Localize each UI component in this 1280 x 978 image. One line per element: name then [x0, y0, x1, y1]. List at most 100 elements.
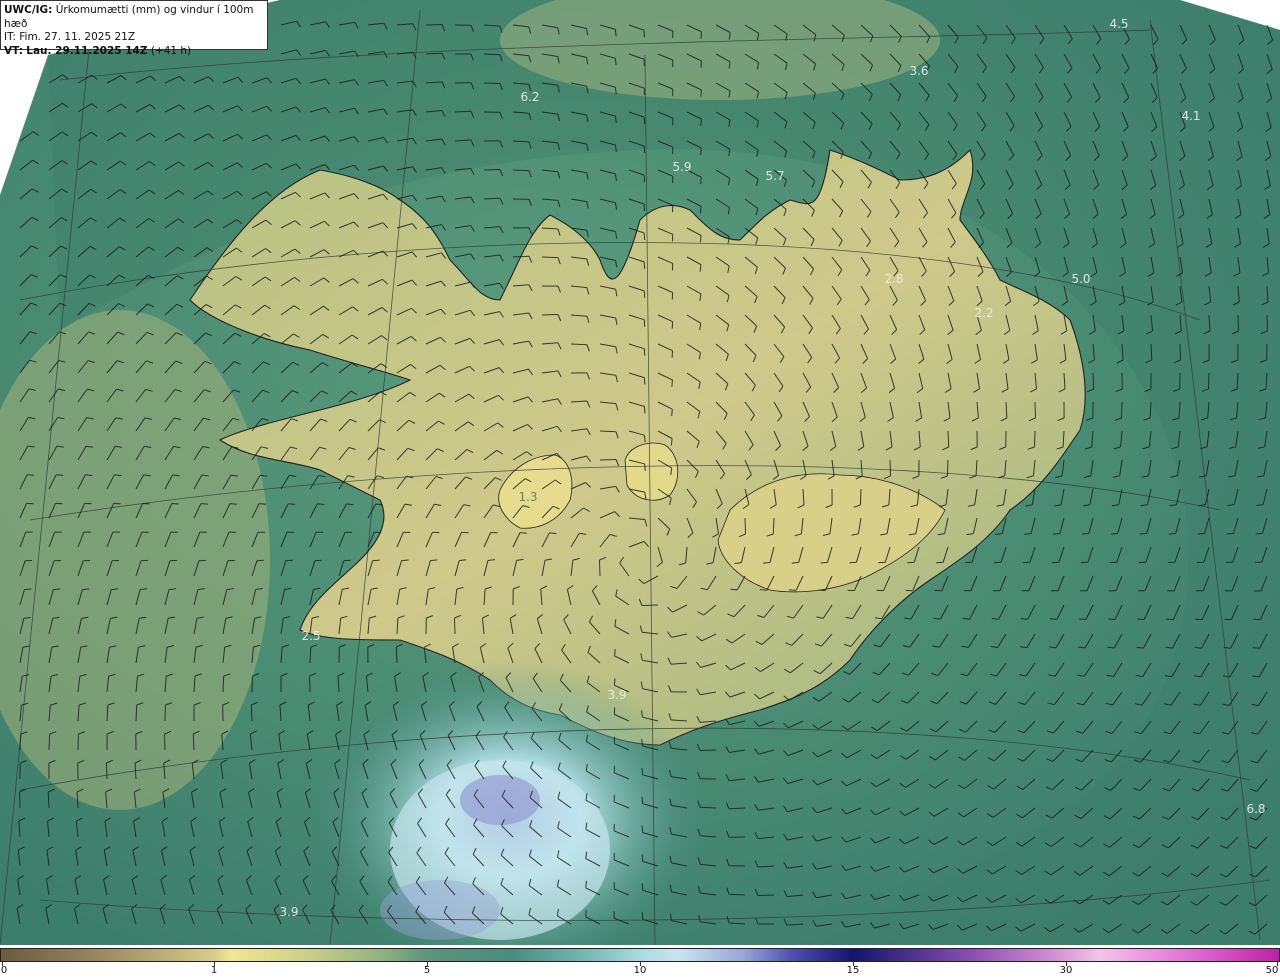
wind-barb-feather: [878, 561, 886, 564]
wind-barb-feather: [27, 474, 35, 476]
map-value-label: 2.5: [301, 629, 321, 643]
wind-barb-feather: [1255, 532, 1263, 535]
wind-barb-feather: [641, 825, 644, 833]
wind-barb-feather: [1223, 647, 1231, 649]
wind-barb-feather: [372, 559, 380, 562]
wind-barb-feather: [643, 290, 646, 298]
wind-barb: [454, 110, 472, 113]
wind-barb: [454, 617, 456, 635]
map-value-label: 5.0: [1071, 272, 1091, 286]
wind-barb: [570, 343, 588, 346]
valid-time-label: VT:: [4, 44, 23, 57]
wind-barb-feather: [641, 796, 644, 804]
wind-barb: [483, 82, 501, 84]
wind-barb-feather: [401, 559, 409, 562]
wind-barb-feather: [991, 618, 999, 620]
wind-barb-feather: [519, 532, 528, 534]
map-value-label: 1.3: [518, 490, 538, 504]
wind-barb: [757, 894, 775, 896]
wind-barb: [1034, 430, 1036, 448]
wind-barb-feather: [1252, 647, 1260, 649]
wind-barb-feather: [759, 589, 767, 591]
precipitation-map[interactable]: [0, 0, 1280, 945]
map-value-label: 5.9: [672, 160, 692, 174]
wind-barb-feather: [641, 767, 644, 775]
wind-barb: [425, 24, 443, 26]
wind-barb-feather: [113, 502, 121, 505]
colorbar-tick-label: 5: [423, 965, 431, 976]
wind-barb: [744, 517, 746, 535]
wind-barb: [599, 459, 617, 461]
wind-barb: [641, 604, 659, 606]
map-value-label: 4.5: [1109, 17, 1129, 31]
wind-barb-feather: [700, 148, 702, 156]
wind-barb-feather: [317, 503, 325, 505]
wind-barb-feather: [56, 474, 64, 476]
wind-barb: [947, 430, 950, 448]
wind-barb-feather: [24, 588, 32, 591]
wind-barb-feather: [936, 561, 944, 564]
wind-barb-feather: [1108, 618, 1116, 620]
map-value-label: 3.9: [607, 688, 627, 702]
colorbar-tick-label: 30: [1059, 965, 1073, 976]
wind-barb-feather: [791, 561, 799, 564]
wind-barb: [599, 559, 601, 577]
colorbar-tick-label: 10: [633, 965, 647, 976]
wind-barb-feather: [1139, 532, 1147, 535]
wind-barb: [1121, 401, 1123, 419]
wind-barb: [48, 733, 51, 751]
wind-barb-feather: [700, 60, 702, 68]
wind-barb-feather: [643, 377, 646, 385]
map-value-label: 3.9: [279, 905, 299, 919]
lead-time: (+41 h): [150, 44, 192, 57]
wind-barb: [19, 791, 21, 809]
wind-barb-feather: [789, 589, 797, 591]
wind-barb-feather: [1197, 532, 1205, 535]
wind-barb-feather: [1137, 618, 1145, 620]
wind-barb-feather: [1020, 618, 1028, 620]
wind-barb-feather: [614, 58, 617, 66]
wind-barb-feather: [641, 854, 644, 862]
wind-barb-feather: [671, 409, 673, 417]
wind-barb: [728, 893, 746, 896]
wind-barb-feather: [700, 31, 702, 39]
colorbar-tick-label: 0: [0, 965, 8, 976]
wind-barb-feather: [256, 559, 264, 562]
wind-barb: [135, 704, 138, 722]
wind-barb-feather: [171, 503, 179, 505]
wind-barb: [250, 704, 253, 722]
map-value-label: 3.6: [909, 64, 929, 78]
wind-barb-feather: [849, 561, 857, 564]
wind-barb-feather: [229, 503, 237, 505]
wind-barb-feather: [671, 379, 673, 387]
header-info-box: UWC/IG: Úrkomumætti (mm) og vindur í 100…: [0, 0, 268, 57]
wind-barb-feather: [82, 588, 90, 591]
wind-barb-feather: [140, 588, 148, 590]
map-value-label: 2.8: [884, 272, 904, 286]
wind-barb: [1208, 372, 1210, 390]
wind-barb: [946, 459, 949, 477]
wind-barb-feather: [614, 648, 616, 656]
wind-barb: [1179, 343, 1181, 361]
wind-barb: [859, 488, 862, 506]
wind-barb: [1092, 372, 1095, 390]
wind-barb-feather: [259, 503, 267, 505]
glacier-hofsjokull: [624, 442, 679, 501]
wind-barb: [164, 733, 166, 751]
init-time: Fim. 27. 11. 2025 21Z: [19, 31, 136, 43]
colorbar-tick-label: 15: [846, 965, 860, 976]
wind-barb: [541, 314, 559, 316]
wind-barb: [105, 762, 108, 780]
wind-barb-feather: [1195, 618, 1203, 621]
map-value-label: 5.7: [765, 169, 785, 183]
precipitation-colorbar: [0, 948, 1280, 962]
wind-barb-feather: [700, 89, 702, 97]
map-value-label: 6.2: [520, 90, 540, 104]
wind-barb-feather: [641, 883, 644, 891]
wind-barb: [483, 169, 501, 171]
map-value-label: 2.2: [974, 306, 994, 320]
wind-barb-feather: [700, 118, 702, 127]
model-name: UWC/IG:: [4, 4, 53, 16]
wind-barb: [889, 459, 891, 477]
init-time-label: IT:: [4, 31, 16, 43]
